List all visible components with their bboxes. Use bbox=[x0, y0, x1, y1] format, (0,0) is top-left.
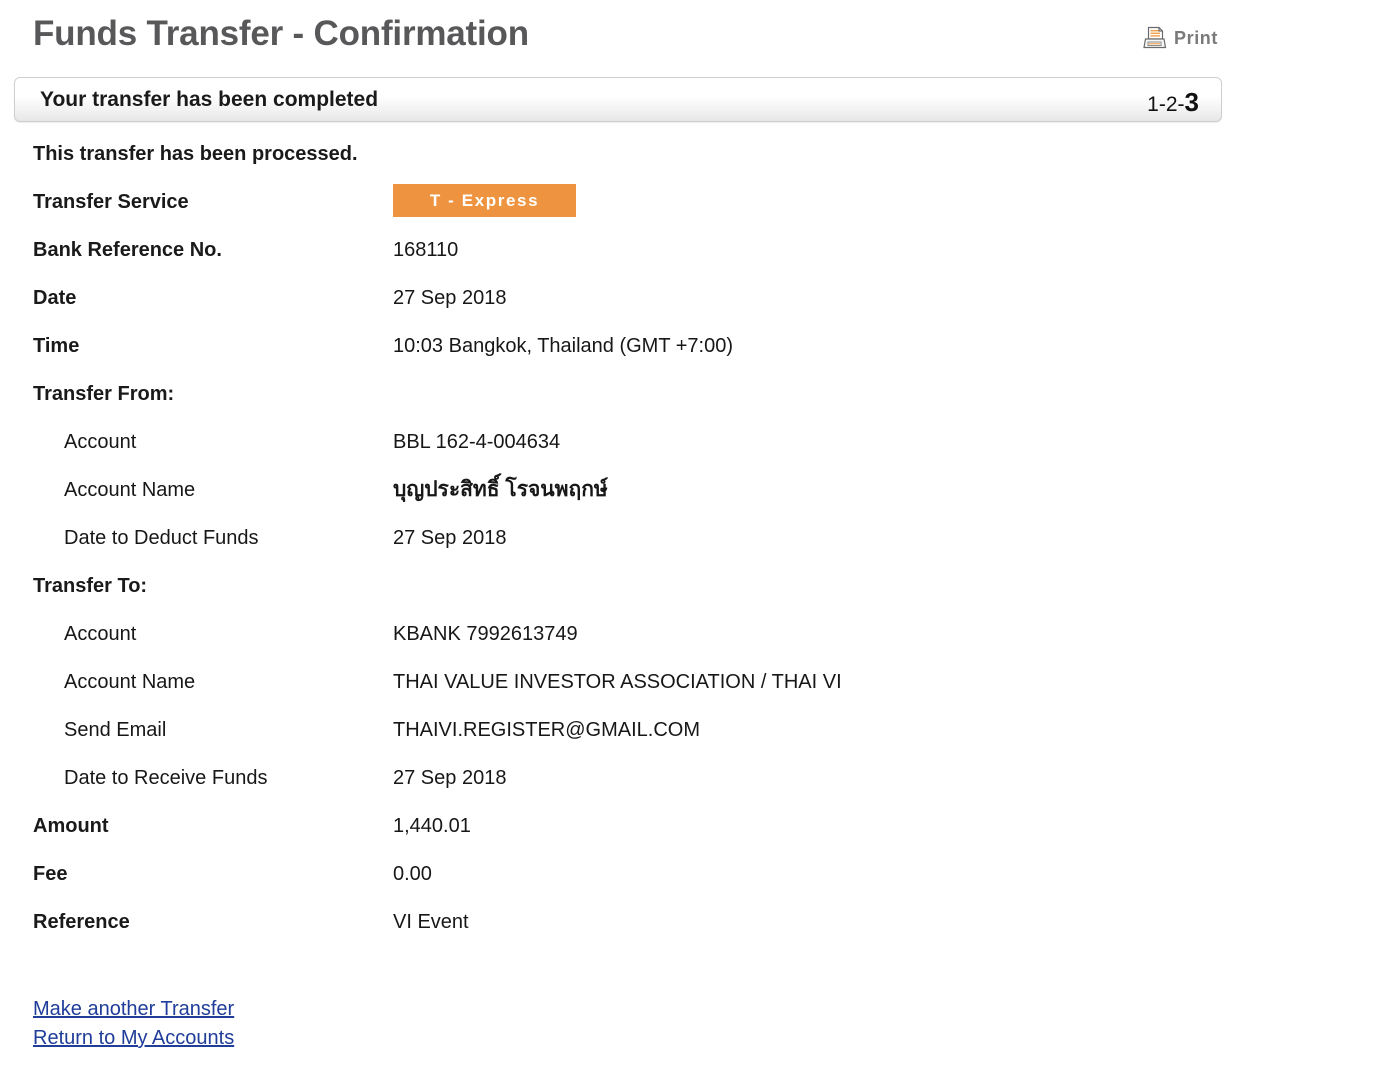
heading-transfer-from: Transfer From: bbox=[33, 383, 175, 405]
label-from-account: Account bbox=[64, 431, 137, 453]
footer-links: Make another Transfer Return to My Accou… bbox=[33, 995, 234, 1053]
row-reference: Reference VI Event bbox=[0, 908, 1400, 956]
print-label: Print bbox=[1173, 27, 1218, 48]
service-badge: T - Express bbox=[393, 184, 576, 217]
label-time: Time bbox=[33, 335, 80, 357]
link-make-another-transfer[interactable]: Make another Transfer bbox=[33, 995, 234, 1024]
service-badge-label: T - Express bbox=[429, 190, 540, 210]
value-time: 10:03 Bangkok, Thailand (GMT +7:00) bbox=[393, 335, 734, 357]
page-header: Funds Transfer - Confirmation Print bbox=[0, 0, 1400, 70]
status-message: Your transfer has been completed bbox=[40, 88, 379, 111]
row-fee: Fee 0.00 bbox=[0, 860, 1400, 908]
label-bank-reference: Bank Reference No. bbox=[33, 239, 222, 261]
value-date-to-receive: 27 Sep 2018 bbox=[393, 767, 507, 789]
label-fee: Fee bbox=[33, 863, 68, 885]
value-from-account-name: บุญประสิทธิ์ โรจนพฤกษ์ bbox=[393, 478, 608, 501]
value-date: 27 Sep 2018 bbox=[393, 287, 507, 309]
page-title: Funds Transfer - Confirmation bbox=[33, 14, 529, 53]
row-date-to-receive: Date to Receive Funds 27 Sep 2018 bbox=[0, 764, 1400, 812]
section-transfer-to: Transfer To: bbox=[0, 572, 1400, 620]
value-reference: VI Event bbox=[393, 911, 469, 933]
status-bar: Your transfer has been completed 1-2-3 bbox=[14, 77, 1222, 122]
value-from-account: BBL 162-4-004634 bbox=[393, 431, 561, 453]
processed-notice: This transfer has been processed. bbox=[33, 143, 358, 165]
row-send-email: Send Email THAIVI.REGISTER@GMAIL.COM bbox=[0, 716, 1400, 764]
row-amount: Amount 1,440.01 bbox=[0, 812, 1400, 860]
step-current: 3 bbox=[1184, 87, 1199, 117]
label-transfer-service: Transfer Service bbox=[33, 191, 189, 213]
row-from-account: Account BBL 162-4-004634 bbox=[0, 428, 1400, 476]
label-date: Date bbox=[33, 287, 77, 309]
label-reference: Reference bbox=[33, 911, 130, 933]
label-from-account-name: Account Name bbox=[64, 479, 196, 501]
label-send-email: Send Email bbox=[64, 719, 167, 741]
step-indicator: 1-2-3 bbox=[1147, 87, 1199, 118]
row-bank-reference: Bank Reference No. 168110 bbox=[0, 236, 1400, 284]
heading-transfer-to: Transfer To: bbox=[33, 575, 148, 597]
value-send-email: THAIVI.REGISTER@GMAIL.COM bbox=[393, 719, 701, 741]
row-to-account-name: Account Name THAI VALUE INVESTOR ASSOCIA… bbox=[0, 668, 1400, 716]
label-to-account-name: Account Name bbox=[64, 671, 196, 693]
label-amount: Amount bbox=[33, 815, 109, 837]
row-from-account-name: Account Name บุญประสิทธิ์ โรจนพฤกษ์ bbox=[0, 476, 1400, 524]
link-return-to-my-accounts[interactable]: Return to My Accounts bbox=[33, 1024, 234, 1053]
value-fee: 0.00 bbox=[393, 863, 432, 885]
printer-icon bbox=[1143, 26, 1169, 50]
label-to-account: Account bbox=[64, 623, 137, 645]
row-transfer-service: Transfer Service T - Express bbox=[0, 184, 1400, 236]
row-time: Time 10:03 Bangkok, Thailand (GMT +7:00) bbox=[0, 332, 1400, 380]
transfer-details: This transfer has been processed. Transf… bbox=[0, 140, 1400, 956]
label-date-to-receive: Date to Receive Funds bbox=[64, 767, 268, 789]
value-bank-reference: 168110 bbox=[393, 239, 459, 261]
value-date-to-deduct: 27 Sep 2018 bbox=[393, 527, 507, 549]
value-to-account-name: THAI VALUE INVESTOR ASSOCIATION / THAI V… bbox=[393, 671, 842, 693]
value-to-account: KBANK 7992613749 bbox=[393, 623, 578, 645]
value-amount: 1,440.01 bbox=[393, 815, 471, 837]
row-date: Date 27 Sep 2018 bbox=[0, 284, 1400, 332]
row-date-to-deduct: Date to Deduct Funds 27 Sep 2018 bbox=[0, 524, 1400, 572]
row-to-account: Account KBANK 7992613749 bbox=[0, 620, 1400, 668]
step-prefix: 1-2- bbox=[1147, 93, 1185, 116]
print-button[interactable]: Print bbox=[1143, 26, 1218, 50]
label-date-to-deduct: Date to Deduct Funds bbox=[64, 527, 259, 549]
section-transfer-from: Transfer From: bbox=[0, 380, 1400, 428]
